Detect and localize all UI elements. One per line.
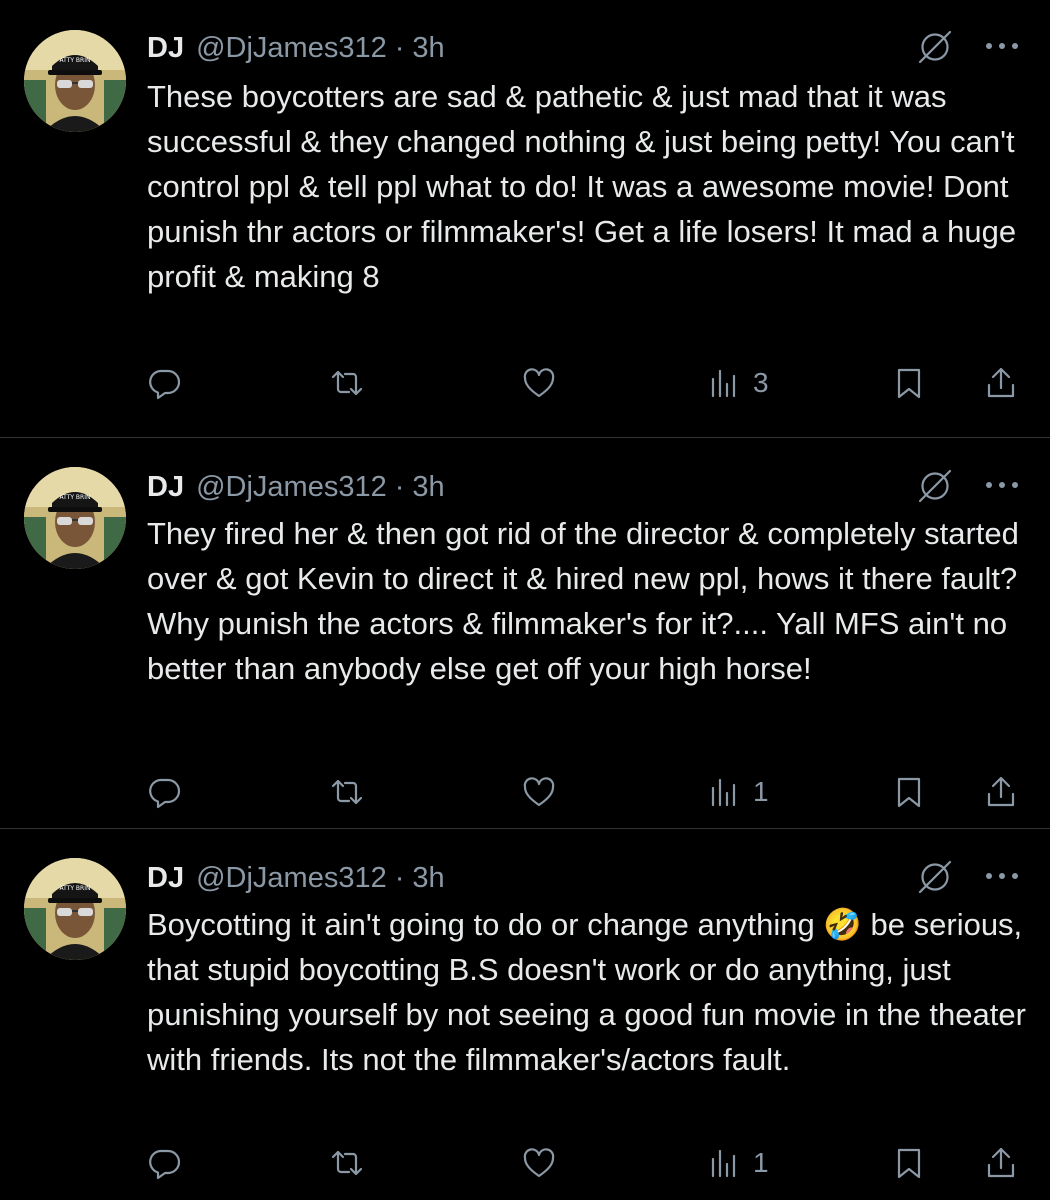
like-button[interactable] xyxy=(521,1138,557,1188)
retweet-button[interactable] xyxy=(329,767,365,817)
reply-icon xyxy=(149,778,181,809)
tweet[interactable]: ATTY BRIN DJ @DjJames312 · 3h These boyc… xyxy=(0,0,1050,438)
display-name[interactable]: DJ xyxy=(147,471,184,504)
tweet[interactable]: ATTY BRIN DJ @DjJames312 · 3h Boycotting… xyxy=(0,830,1050,1200)
tweet-text: Boycotting it ain't going to do or chang… xyxy=(147,907,1035,1077)
views-icon xyxy=(711,369,736,398)
like-icon xyxy=(523,1148,555,1178)
bookmark-button[interactable] xyxy=(891,358,927,408)
views-count: 3 xyxy=(753,367,769,398)
retweet-icon xyxy=(331,370,363,396)
svg-text:ATTY BRIN: ATTY BRIN xyxy=(60,885,91,892)
grok-icon[interactable] xyxy=(916,28,954,66)
reply-icon xyxy=(149,1149,181,1180)
like-icon xyxy=(523,368,555,398)
tweet-header: DJ @DjJames312 · 3h xyxy=(147,30,445,66)
grok-icon[interactable] xyxy=(916,858,954,896)
avatar[interactable]: ATTY BRIN xyxy=(24,30,126,132)
display-name[interactable]: DJ xyxy=(147,862,184,895)
share-button[interactable] xyxy=(983,1138,1019,1188)
like-icon xyxy=(523,777,555,807)
reply-icon xyxy=(149,369,181,400)
views-count: 1 xyxy=(753,1147,769,1178)
views-count: 1 xyxy=(753,776,769,807)
tweet-text: They fired her & then got rid of the dir… xyxy=(147,516,1028,686)
avatar[interactable]: ATTY BRIN xyxy=(24,467,126,569)
separator-dot: · xyxy=(394,861,405,894)
more-icon[interactable] xyxy=(982,469,1022,501)
share-button[interactable] xyxy=(983,358,1019,408)
tweet-text: These boycotters are sad & pathetic & ju… xyxy=(147,79,1025,294)
separator-dot: · xyxy=(394,31,405,64)
reply-button[interactable] xyxy=(147,358,183,408)
tweet-header: DJ @DjJames312 · 3h xyxy=(147,469,445,505)
user-handle[interactable]: @DjJames312 xyxy=(196,32,387,65)
grok-icon[interactable] xyxy=(916,467,954,505)
bookmark-icon xyxy=(897,1148,921,1179)
share-icon xyxy=(987,776,1015,807)
tweet-actions: 1 xyxy=(147,767,1027,817)
svg-text:ATTY BRIN: ATTY BRIN xyxy=(60,494,91,501)
like-button[interactable] xyxy=(521,767,557,817)
tweet-header: DJ @DjJames312 · 3h xyxy=(147,860,445,896)
views-icon xyxy=(711,778,736,807)
tweet[interactable]: ATTY BRIN DJ @DjJames312 · 3h They fired… xyxy=(0,439,1050,829)
timestamp[interactable]: 3h xyxy=(412,32,444,65)
like-button[interactable] xyxy=(521,358,557,408)
retweet-icon xyxy=(331,779,363,805)
bookmark-icon xyxy=(897,368,921,399)
views-icon xyxy=(711,1149,736,1178)
timestamp[interactable]: 3h xyxy=(412,862,444,895)
bookmark-icon xyxy=(897,777,921,808)
views-button[interactable]: 1 xyxy=(707,767,769,817)
share-button[interactable] xyxy=(983,767,1019,817)
bookmark-button[interactable] xyxy=(891,767,927,817)
views-button[interactable]: 3 xyxy=(707,358,769,408)
display-name[interactable]: DJ xyxy=(147,32,184,65)
tweet-actions: 3 xyxy=(147,358,1027,408)
share-icon xyxy=(987,367,1015,398)
user-handle[interactable]: @DjJames312 xyxy=(196,862,387,895)
retweet-button[interactable] xyxy=(329,1138,365,1188)
views-button[interactable]: 1 xyxy=(707,1138,769,1188)
reply-button[interactable] xyxy=(147,1138,183,1188)
bookmark-button[interactable] xyxy=(891,1138,927,1188)
avatar[interactable]: ATTY BRIN xyxy=(24,858,126,960)
share-icon xyxy=(987,1147,1015,1178)
retweet-icon xyxy=(331,1150,363,1176)
separator-dot: · xyxy=(394,470,405,503)
tweet-actions: 1 xyxy=(147,1138,1027,1188)
more-icon[interactable] xyxy=(982,860,1022,892)
svg-text:ATTY BRIN: ATTY BRIN xyxy=(60,57,91,64)
user-handle[interactable]: @DjJames312 xyxy=(196,471,387,504)
more-icon[interactable] xyxy=(982,30,1022,62)
timestamp[interactable]: 3h xyxy=(412,471,444,504)
reply-button[interactable] xyxy=(147,767,183,817)
avatar-image: ATTY BRIN xyxy=(24,30,126,132)
retweet-button[interactable] xyxy=(329,358,365,408)
avatar-image: ATTY BRIN xyxy=(24,858,126,960)
avatar-image: ATTY BRIN xyxy=(24,467,126,569)
